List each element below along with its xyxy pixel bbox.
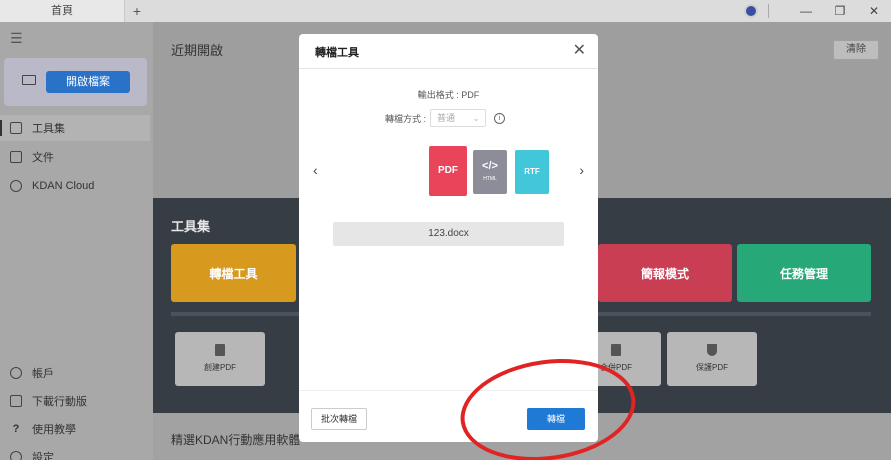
open-file-panel: 開啟檔案 — [4, 58, 147, 106]
help-icon: ? — [12, 423, 20, 435]
pdf-format-icon[interactable]: PDF — [429, 146, 467, 196]
method-value: 普通 — [437, 113, 456, 123]
sidebar-item-label: 下載行動版 — [32, 396, 87, 408]
card-label: 保護PDF — [696, 363, 728, 372]
format-sublabel: HTML — [483, 176, 497, 182]
sidebar-item-account[interactable]: 帳戶 — [0, 360, 150, 386]
sidebar-item-tutorial[interactable]: ? 使用教學 — [0, 416, 150, 442]
sidebar: ☰ 開啟檔案 工具集 文件 KDAN Cloud 帳戶 下載行動版 ? 使用教學… — [0, 22, 153, 460]
gear-icon — [10, 451, 22, 460]
document-icon — [10, 151, 22, 163]
menu-icon[interactable]: ☰ — [10, 30, 23, 47]
selected-file-name: 123.docx — [333, 222, 564, 246]
tool-card-presentation[interactable]: 簡報模式 — [598, 244, 732, 302]
tool-card-convert[interactable]: 轉檔工具 — [171, 244, 296, 302]
sidebar-item-settings[interactable]: 設定 — [0, 444, 150, 460]
format-label: PDF — [438, 165, 458, 176]
output-format-label: 輸出格式 : PDF — [417, 90, 480, 100]
close-icon[interactable]: ✕ — [573, 40, 586, 60]
html-format-icon[interactable]: </> HTML — [473, 150, 507, 194]
sidebar-item-label: KDAN Cloud — [32, 180, 95, 192]
tool-card-task[interactable]: 任務管理 — [737, 244, 871, 302]
protect-pdf-card[interactable]: 保護PDF — [667, 332, 757, 386]
sidebar-item-kdan-cloud[interactable]: KDAN Cloud — [0, 173, 150, 199]
next-format-button[interactable]: › — [579, 162, 584, 178]
close-window-button[interactable]: ✕ — [857, 0, 891, 22]
window-controls: — ❐ ✕ — [744, 0, 891, 22]
method-select[interactable]: 普通 ⌄ — [430, 109, 487, 127]
info-icon[interactable]: i — [494, 112, 506, 124]
sidebar-item-label: 使用教學 — [32, 424, 76, 436]
cloud-icon — [10, 180, 22, 192]
restore-button[interactable]: ❐ — [823, 0, 857, 22]
sidebar-item-toolbox[interactable]: 工具集 — [0, 115, 150, 141]
mobile-icon — [10, 395, 22, 407]
tab-home[interactable]: 首頁 — [0, 0, 125, 22]
format-label: RTF — [524, 167, 540, 176]
featured-apps-title: 精選KDAN行動應用軟體 — [171, 433, 301, 447]
sidebar-item-label: 工具集 — [32, 123, 65, 135]
sidebar-item-label: 文件 — [32, 152, 54, 164]
new-tab-button[interactable]: + — [128, 2, 146, 20]
sidebar-item-label: 帳戶 — [32, 368, 54, 380]
dialog-title: 轉檔工具 — [315, 47, 359, 59]
divider — [299, 68, 598, 69]
create-pdf-card[interactable]: 創建PDF — [175, 332, 265, 386]
merge-pdf-icon — [611, 344, 621, 356]
rtf-format-icon[interactable]: RTF — [515, 150, 549, 194]
previous-format-button[interactable]: ‹ — [313, 162, 318, 178]
create-pdf-icon — [215, 344, 225, 356]
open-file-button[interactable]: 開啟檔案 — [46, 71, 130, 93]
toolbox-icon — [10, 122, 22, 134]
batch-convert-button[interactable]: 批次轉檔 — [311, 408, 367, 430]
method-label: 轉檔方式 : — [385, 113, 427, 124]
conversion-method-row: 轉檔方式 : 普通 ⌄ i — [385, 108, 506, 128]
avatar[interactable] — [744, 4, 758, 18]
chevron-down-icon: ⌄ — [472, 113, 481, 123]
recent-title: 近期開啟 — [171, 43, 224, 58]
sidebar-item-label: 設定 — [32, 452, 54, 460]
user-icon — [10, 367, 22, 379]
minimize-button[interactable]: — — [789, 0, 823, 22]
sidebar-item-documents[interactable]: 文件 — [0, 144, 150, 170]
tools-title: 工具集 — [171, 219, 211, 234]
folder-icon — [22, 75, 36, 85]
sidebar-item-download-mobile[interactable]: 下載行動版 — [0, 388, 150, 414]
title-bar: 首頁 + — ❐ ✕ — [0, 0, 891, 22]
clear-button[interactable]: 清除 — [833, 40, 879, 60]
shield-icon — [707, 344, 717, 356]
divider — [768, 4, 769, 18]
card-label: 創建PDF — [204, 363, 236, 372]
